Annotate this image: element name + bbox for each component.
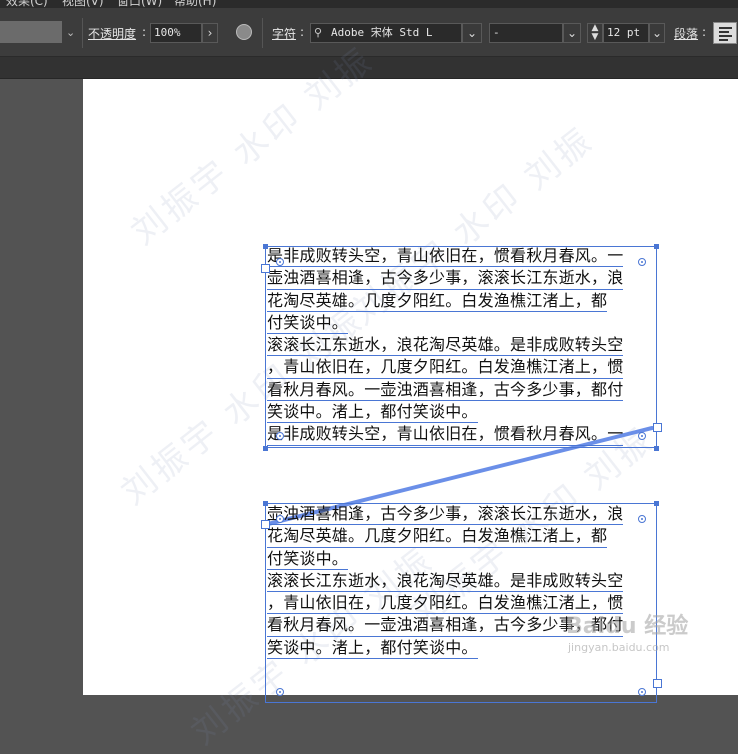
selection-handle[interactable] xyxy=(263,446,268,451)
text-line: 花淘尽英雄。几度夕阳红。白发渔樵江渚上，都 xyxy=(267,525,608,548)
text-line: 滚滚长江东逝水，浪花淘尽英雄。是非成败转头空 xyxy=(267,570,624,593)
baidu-logo-watermark: Baidu 经验 xyxy=(566,614,689,639)
text-line: 付笑谈中。 xyxy=(267,548,349,570)
text-line: 看秋月春风。一壶浊酒喜相逢，古今多少事，都付 xyxy=(267,379,624,402)
anchor-dot-icon xyxy=(276,258,284,266)
text-line: 壶浊酒喜相逢，古今多少事，滚滚长江东逝水，浪 xyxy=(267,267,624,290)
anchor-dot-icon xyxy=(276,515,284,523)
selection-handle[interactable] xyxy=(263,501,268,506)
text-line: 是非成败转头空，青山依旧在，惯看秋月春风。一 xyxy=(267,245,624,268)
overflow-port-icon[interactable] xyxy=(653,679,662,688)
selection-handle[interactable] xyxy=(263,244,268,249)
anchor-dot-icon xyxy=(638,515,646,523)
text-line: 付笑谈中。 xyxy=(267,312,349,335)
out-port-icon[interactable] xyxy=(653,423,662,432)
text-line: ，青山依旧在，几度夕阳红。白发渔樵江渚上，惯 xyxy=(267,356,624,379)
in-port-icon[interactable] xyxy=(261,264,270,273)
anchor-dot-icon xyxy=(638,432,646,440)
selection-handle[interactable] xyxy=(654,501,659,506)
text-frame-1-content[interactable]: 是非成败转头空，青山依旧在，惯看秋月春风。一 壶浊酒喜相逢，古今多少事，滚滚长江… xyxy=(267,245,624,446)
baidu-url-watermark: jingyan.baidu.com xyxy=(568,641,670,654)
text-line: 笑谈中。渚上，都付笑谈中。 xyxy=(267,637,478,660)
in-port-icon[interactable] xyxy=(261,520,270,529)
selection-handle[interactable] xyxy=(654,446,659,451)
anchor-dot-icon xyxy=(638,258,646,266)
text-line: 滚滚长江东逝水，浪花淘尽英雄。是非成败转头空 xyxy=(267,334,624,357)
text-line: 花淘尽英雄。几度夕阳红。白发渔樵江渚上，都 xyxy=(267,290,608,312)
anchor-dot-icon xyxy=(276,432,284,440)
text-line: 笑谈中。渚上，都付笑谈中。 xyxy=(267,401,478,424)
selection-handle[interactable] xyxy=(654,244,659,249)
text-line: 壶浊酒喜相逢，古今多少事，滚滚长江东逝水，浪 xyxy=(267,503,624,526)
text-line: 是非成败转头空，青山依旧在，惯看秋月春风。一 xyxy=(267,423,624,446)
